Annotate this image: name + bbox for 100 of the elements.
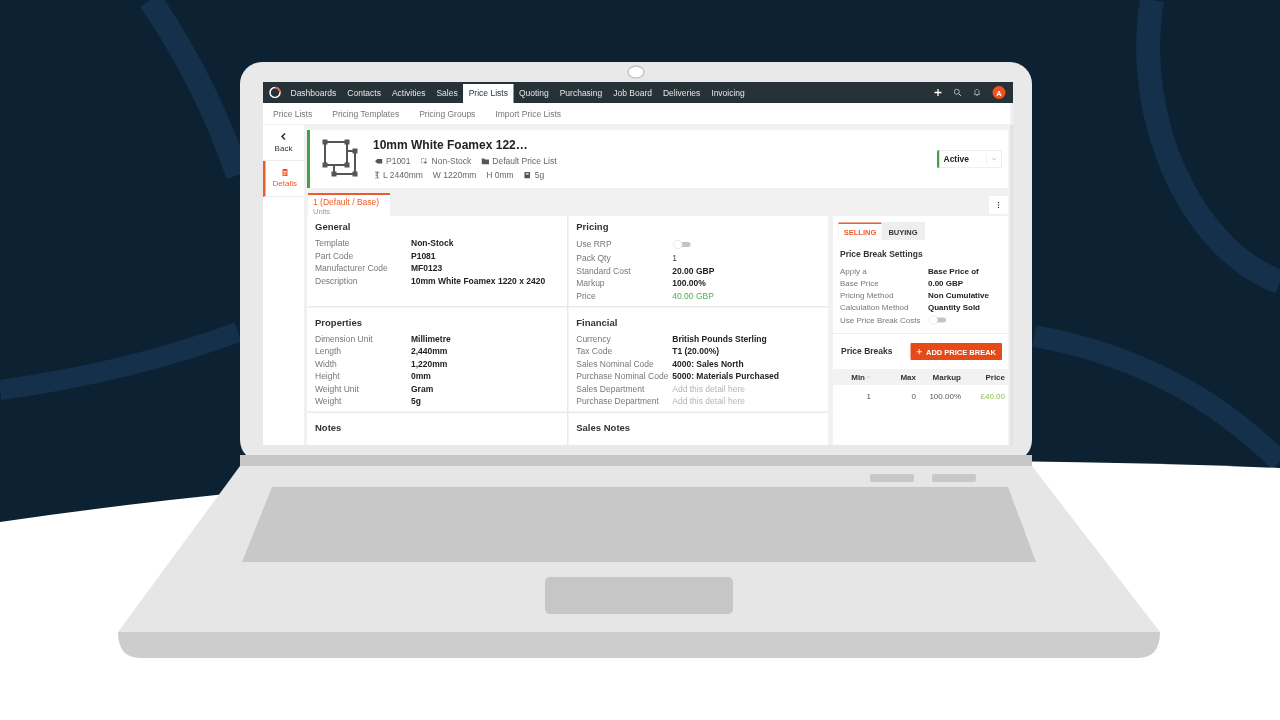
ruler-icon [375, 171, 380, 179]
field-value: 5000: Materials Purchased [672, 371, 780, 382]
field-label: Use RRP [576, 239, 613, 250]
table-cell: 0 [911, 392, 916, 401]
dimension-text: W 1220mm [432, 170, 477, 180]
section-title: Sales Notes [576, 422, 632, 434]
field-value: Base Price of [928, 266, 979, 276]
field-label: Height [315, 371, 341, 382]
back-button[interactable]: Back [263, 125, 304, 161]
field-label: Calculation Method [840, 302, 910, 312]
field-label: Sales Department [576, 383, 646, 394]
field-value: 20.00 GBP [672, 265, 715, 276]
panel-heading: Price Break Settings [840, 248, 924, 260]
field-label: Purchase Department [576, 396, 660, 407]
field-value: Non-Stock [411, 238, 454, 249]
field-value: 40.00 GBP [672, 290, 714, 301]
section-title: Properties [315, 316, 363, 329]
field-label: Description [315, 275, 359, 286]
nav-tab[interactable]: Deliveries [657, 84, 706, 103]
table-cell: £40.00 [980, 392, 1005, 401]
nav-tab[interactable]: Contacts [341, 84, 387, 103]
field-label: Tax Code [576, 346, 614, 357]
field-value: MF0123 [411, 263, 443, 274]
nav-tab[interactable]: Invoicing [705, 84, 751, 103]
field-value: Gram [411, 383, 434, 394]
tag-icon [375, 157, 383, 165]
field-label: Template [315, 238, 351, 249]
weight-icon [523, 171, 532, 179]
field-value: Non Cumulative [928, 290, 989, 300]
field-label: Length [315, 346, 342, 357]
toggle-switch[interactable] [929, 315, 947, 325]
field-label: Part Code [315, 250, 355, 261]
field-label: Currency [576, 333, 612, 344]
field-value: British Pounds Sterling [672, 333, 767, 344]
toggle-switch[interactable] [673, 240, 692, 249]
field-value: 2,440mm [411, 346, 448, 357]
field-value: 10mm White Foamex 1220 x 2420 [411, 275, 546, 286]
keyboard-key [932, 474, 976, 482]
field-label: Use Price Break Costs [840, 315, 922, 325]
product-title: 10mm White Foamex 122… [373, 137, 529, 153]
field-label: Price [576, 290, 597, 301]
column-header[interactable]: Min [833, 372, 875, 382]
field-label: Manufacturer Code [315, 263, 389, 274]
table-cell: 100.00% [929, 392, 961, 401]
field-label: Pricing Method [840, 290, 895, 300]
nav-tab[interactable]: Quoting [513, 84, 555, 103]
column-header[interactable]: Markup [919, 372, 964, 382]
field-label: Weight Unit [315, 383, 360, 394]
field-value: 0mm [411, 371, 431, 382]
field-value: Quantity Sold [928, 302, 980, 312]
column-header[interactable]: Max [875, 372, 919, 382]
section-title: Notes [315, 422, 343, 434]
keyboard-key [870, 474, 914, 482]
overlapping-squares-icon [322, 139, 358, 179]
field-label: Dimension Unit [315, 333, 374, 344]
camera-icon [627, 65, 645, 79]
table-cell: 1 [866, 392, 871, 401]
field-value: 100.00% [672, 278, 706, 289]
part-code-text: P1001 [386, 156, 411, 166]
field-value: 1 [672, 253, 677, 264]
nav-tab[interactable]: Purchasing [554, 84, 608, 103]
nav-tab[interactable]: Dashboards [285, 84, 342, 103]
section-title: General [315, 221, 352, 233]
field-label: Base Price [840, 278, 880, 288]
dimension-text: H 0mm [486, 170, 514, 180]
sub-nav-link[interactable]: Import Price Lists [495, 108, 561, 119]
sub-nav-link[interactable]: Pricing Templates [332, 108, 400, 119]
field-label: Sales Nominal Code [576, 358, 655, 369]
nav-tab[interactable]: Sales [430, 84, 464, 103]
field-value: T1 (20.00%) [672, 346, 719, 357]
field-value: 4000: Sales North [672, 358, 744, 369]
folder-icon [481, 157, 489, 165]
field-label: Standard Cost [576, 265, 632, 276]
field-label: Weight [315, 396, 343, 407]
plus-icon[interactable] [934, 88, 942, 97]
field-label: Apply a [840, 266, 868, 276]
sub-nav-link[interactable]: Price Lists [273, 108, 313, 119]
field-value: 0.00 GBP [928, 278, 964, 288]
logo-icon[interactable] [269, 86, 281, 99]
field-label: Pack Qty [576, 253, 612, 264]
chevron-left-icon [280, 132, 287, 141]
kebab-icon [997, 201, 1000, 209]
column-header[interactable]: Price [964, 372, 1008, 382]
section-title: Financial [576, 316, 619, 329]
nav-tab[interactable]: Activities [386, 84, 431, 103]
field-value: P1081 [411, 250, 436, 261]
field-label: Width [315, 358, 338, 369]
stock-type-text: Non-Stock [431, 156, 472, 166]
field-value: 5g [411, 396, 421, 407]
field-label: Purchase Nominal Code [576, 371, 670, 382]
dimension-text: L 2440mm [383, 170, 423, 180]
field-label: Markup [576, 278, 606, 289]
sub-nav-link[interactable]: Pricing Groups [419, 108, 476, 119]
nav-tab[interactable]: Job Board [607, 84, 658, 103]
section-title: Pricing [576, 221, 610, 233]
field-value: 1,220mm [411, 358, 448, 369]
nav-tab[interactable]: Price Lists [463, 84, 514, 103]
price-list-text: Default Price List [492, 156, 557, 166]
panel-heading: Price Breaks [841, 346, 893, 357]
weight-text: 5g [534, 170, 545, 180]
